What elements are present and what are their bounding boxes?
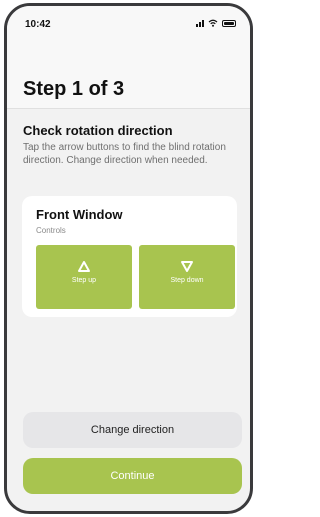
- continue-button[interactable]: Continue: [23, 458, 242, 494]
- arrow-down-icon: [181, 261, 193, 272]
- status-time: 10:42: [25, 19, 51, 30]
- step-down-label: Step down: [170, 277, 204, 284]
- phone-frame: 10:42 Step 1 of 3 Check rotation directi…: [4, 3, 253, 514]
- header: Step 1 of 3: [7, 40, 250, 109]
- arrow-up-icon: [78, 261, 90, 272]
- status-bar: 10:42: [7, 6, 250, 40]
- change-direction-button[interactable]: Change direction: [23, 412, 242, 448]
- wifi-icon: [208, 19, 218, 27]
- device-name: Front Window: [36, 207, 123, 222]
- signal-icon: [196, 19, 204, 27]
- device-subtitle: Controls: [36, 226, 66, 235]
- device-card: Front Window Controls Step up Step down: [22, 196, 237, 317]
- battery-icon: [222, 19, 236, 27]
- instructions-text: Tap the arrow buttons to find the blind …: [23, 142, 226, 166]
- status-icons: [196, 19, 236, 27]
- page-title: Step 1 of 3: [23, 78, 125, 100]
- step-up-button[interactable]: Step up: [36, 245, 132, 309]
- step-up-label: Step up: [71, 277, 97, 284]
- step-down-button[interactable]: Step down: [139, 245, 235, 309]
- section-title: Check rotation direction: [23, 123, 173, 138]
